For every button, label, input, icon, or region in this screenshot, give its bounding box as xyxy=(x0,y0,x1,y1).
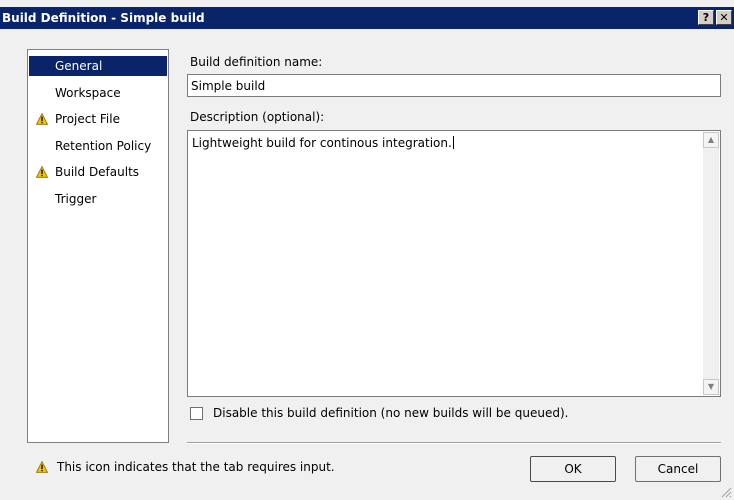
tab-list: General Workspace Project File Retention… xyxy=(27,49,169,443)
footer-note: This icon indicates that the tab require… xyxy=(36,459,335,475)
title-buttons: ? ✕ xyxy=(698,10,732,25)
tab-build-defaults[interactable]: Build Defaults xyxy=(29,162,167,182)
tab-retention-policy[interactable]: Retention Policy xyxy=(29,136,167,156)
tab-general[interactable]: General xyxy=(29,56,167,76)
name-label: Build definition name: xyxy=(190,55,323,69)
ok-button[interactable]: OK xyxy=(530,456,616,482)
disable-label[interactable]: Disable this build definition (no new bu… xyxy=(213,406,568,420)
description-text: Lightweight build for continous integrat… xyxy=(192,136,454,150)
description-value: Lightweight build for continous integrat… xyxy=(192,136,452,150)
help-button[interactable]: ? xyxy=(698,10,714,25)
description-scrollbar[interactable]: ▲ ▼ xyxy=(703,132,719,395)
tab-workspace[interactable]: Workspace xyxy=(29,83,167,103)
tab-project-file[interactable]: Project File xyxy=(29,109,167,129)
scroll-up-icon[interactable]: ▲ xyxy=(703,132,719,148)
title-bar: Build Definition - Simple build ? ✕ xyxy=(0,7,734,29)
scroll-down-icon[interactable]: ▼ xyxy=(703,379,719,395)
warning-icon xyxy=(36,113,48,125)
tab-trigger[interactable]: Trigger xyxy=(29,189,167,209)
cancel-button[interactable]: Cancel xyxy=(635,456,721,482)
description-label: Description (optional): xyxy=(190,110,325,124)
tab-trigger-label: Trigger xyxy=(55,192,97,206)
description-textarea[interactable]: Lightweight build for continous integrat… xyxy=(187,130,721,397)
tab-general-label: General xyxy=(55,59,103,73)
separator xyxy=(187,442,721,444)
close-button[interactable]: ✕ xyxy=(716,10,732,25)
name-input[interactable] xyxy=(187,74,721,97)
disable-checkbox[interactable] xyxy=(190,406,203,420)
warning-icon xyxy=(36,461,48,473)
build-definition-dialog: Build Definition - Simple build ? ✕ Gene… xyxy=(0,0,734,500)
tab-retention-policy-label: Retention Policy xyxy=(55,139,152,153)
tab-build-defaults-label: Build Defaults xyxy=(55,165,140,179)
footer-note-text: This icon indicates that the tab require… xyxy=(57,460,335,474)
tab-workspace-label: Workspace xyxy=(55,86,121,100)
warning-icon xyxy=(36,166,48,178)
disable-row: Disable this build definition (no new bu… xyxy=(190,405,568,421)
tab-project-file-label: Project File xyxy=(55,112,120,126)
text-caret xyxy=(452,136,454,149)
resize-grip-icon[interactable] xyxy=(720,486,732,498)
window-title: Build Definition - Simple build xyxy=(2,11,205,25)
